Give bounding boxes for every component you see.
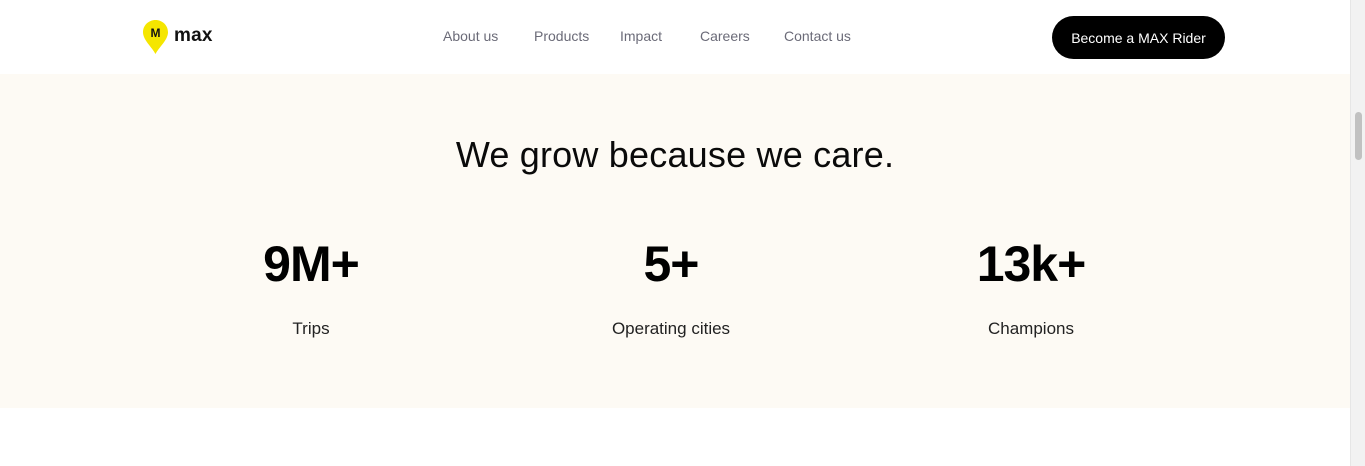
stat-value: 9M+: [263, 236, 360, 292]
become-rider-button[interactable]: Become a MAX Rider: [1052, 16, 1225, 59]
nav-contact-us[interactable]: Contact us: [784, 28, 851, 44]
stats-headline: We grow because we care.: [455, 134, 895, 175]
stats-section: We grow because we care. 9M+ Trips 5+ Op…: [0, 74, 1350, 408]
stat-champions: 13k+ Champions: [881, 238, 1181, 339]
stat-operating-cities: 5+ Operating cities: [521, 238, 821, 339]
nav-products[interactable]: Products: [534, 28, 589, 44]
stat-label: Trips: [292, 319, 330, 338]
stat-label: Champions: [988, 319, 1074, 338]
stat-value: 13k+: [976, 236, 1087, 292]
nav-careers[interactable]: Careers: [700, 28, 750, 44]
site-header: M max About us Products Impact Careers C…: [0, 0, 1350, 74]
page-scrollbar[interactable]: [1350, 0, 1365, 466]
nav-impact[interactable]: Impact: [620, 28, 662, 44]
stat-label: Operating cities: [611, 319, 731, 338]
nav-about-us[interactable]: About us: [443, 28, 498, 44]
scrollbar-thumb[interactable]: [1355, 112, 1362, 160]
stat-value: 5+: [643, 236, 699, 292]
stat-trips: 9M+ Trips: [161, 238, 461, 339]
